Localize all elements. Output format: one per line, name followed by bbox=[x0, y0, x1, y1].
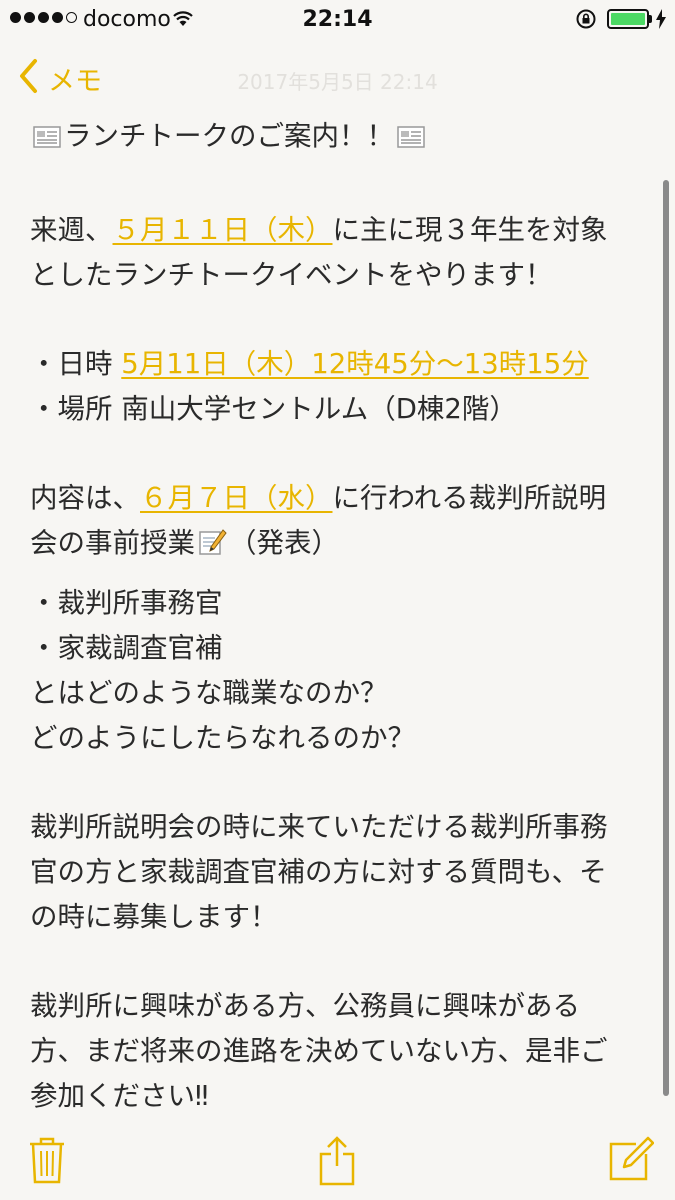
paragraph-line: 裁判所説明会の時に来ていただける裁判所事務 bbox=[30, 811, 608, 843]
trash-button[interactable] bbox=[28, 1136, 66, 1188]
date-link[interactable]: ６月７日（水） bbox=[140, 482, 333, 514]
datetime-line: ・日時 5月11日（木）12時45分〜13時15分 bbox=[30, 348, 589, 380]
paragraph-line: 会の事前授業 （発表） bbox=[30, 521, 640, 571]
list-item: ・家裁調査官補 bbox=[30, 632, 223, 664]
bottom-toolbar bbox=[0, 1130, 675, 1200]
question-line: とはどのような職業なのか？ bbox=[30, 677, 388, 709]
paragraph-line: 方、まだ将来の進路を決めていない方、是非ご bbox=[30, 1035, 608, 1067]
navigation-bar: メモ 2017年5月5日 22:14 bbox=[0, 48, 675, 104]
paragraph-line: の時に募集します！ bbox=[30, 901, 278, 933]
memo-icon bbox=[197, 526, 227, 571]
place-line: ・場所 南山大学セントルム（D棟2階） bbox=[30, 393, 517, 425]
rotation-lock-icon bbox=[575, 8, 597, 34]
note-title: ランチトークのご案内！！ bbox=[64, 120, 394, 152]
paragraph-line: 裁判所に興味がある方、公務員に興味がある bbox=[30, 990, 580, 1022]
question-line: どのようにしたらなれるのか？ bbox=[30, 722, 415, 754]
paragraph-line: 内容は、６月７日（水）に行われる裁判所説明 bbox=[30, 482, 607, 514]
date-link[interactable]: ５月１１日（木） bbox=[113, 214, 333, 246]
list-item: ・裁判所事務官 bbox=[30, 587, 223, 619]
paragraph-line: 来週、５月１１日（木）に主に現３年生を対象 bbox=[30, 214, 608, 246]
share-button[interactable] bbox=[318, 1136, 356, 1190]
compose-button[interactable] bbox=[608, 1136, 655, 1186]
trash-icon bbox=[28, 1137, 66, 1188]
share-icon bbox=[318, 1136, 356, 1190]
paragraph-line: 官の方と家裁調査官補の方に対する質問も、そ bbox=[30, 856, 607, 888]
battery-icon bbox=[607, 9, 649, 29]
note-date: 2017年5月5日 22:14 bbox=[237, 70, 438, 94]
scrollbar[interactable] bbox=[663, 180, 669, 1096]
note-title-line: ランチトークのご案内！！ bbox=[30, 114, 640, 164]
newspaper-icon bbox=[32, 119, 62, 164]
charging-bolt-icon bbox=[656, 9, 666, 33]
datetime-link[interactable]: 5月11日（木）12時45分〜13時15分 bbox=[121, 348, 588, 380]
newspaper-icon bbox=[396, 119, 426, 164]
status-bar: docomo 22:14 bbox=[0, 0, 675, 40]
paragraph-line: としたランチトークイベントをやります！ bbox=[30, 259, 553, 291]
compose-icon bbox=[608, 1136, 655, 1186]
note-body[interactable]: ランチトークのご案内！！ 来週、５月１１日（木）に主に現３年生を対象 としたラン… bbox=[30, 114, 640, 1119]
paragraph-line: 参加ください‼︎ bbox=[30, 1080, 209, 1112]
status-time: 22:14 bbox=[302, 7, 373, 32]
